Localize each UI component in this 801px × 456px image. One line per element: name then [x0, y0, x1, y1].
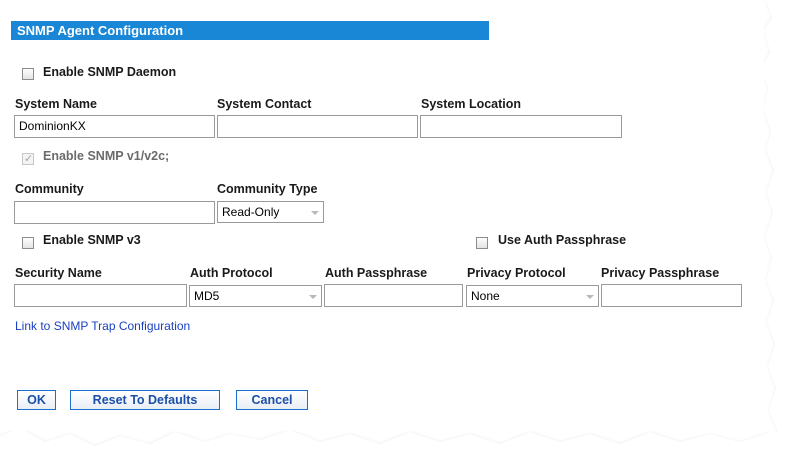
snmp-trap-configuration-link[interactable]: Link to SNMP Trap Configuration — [15, 319, 190, 333]
enable-snmp-daemon-label: Enable SNMP Daemon — [43, 65, 177, 79]
privacy-protocol-label: Privacy Protocol — [467, 266, 566, 280]
community-type-value: Read-Only — [222, 205, 280, 219]
privacy-protocol-select[interactable]: None — [466, 285, 599, 307]
system-location-input[interactable] — [420, 115, 622, 138]
enable-snmp-v3-label: Enable SNMP v3 — [43, 233, 141, 247]
enable-snmp-v1v2c-checkbox[interactable]: ✓ — [22, 153, 34, 165]
system-name-label: System Name — [15, 97, 97, 111]
community-type-label: Community Type — [217, 182, 318, 196]
privacy-passphrase-input[interactable] — [601, 284, 742, 307]
chevron-down-icon — [309, 295, 317, 299]
auth-protocol-label: Auth Protocol — [190, 266, 273, 280]
chevron-down-icon — [586, 295, 594, 299]
use-auth-passphrase-label: Use Auth Passphrase — [498, 233, 627, 247]
community-label: Community — [15, 182, 84, 196]
auth-protocol-value: MD5 — [194, 289, 220, 303]
security-name-label: Security Name — [15, 266, 102, 280]
system-name-input[interactable]: DominionKX — [14, 115, 215, 138]
ok-button[interactable]: OK — [17, 390, 56, 410]
chevron-down-icon — [311, 211, 319, 215]
section-header: SNMP Agent Configuration — [11, 21, 489, 40]
system-contact-input[interactable] — [217, 115, 418, 138]
community-type-select[interactable]: Read-Only — [217, 201, 324, 223]
auth-passphrase-label: Auth Passphrase — [325, 266, 428, 280]
privacy-protocol-value: None — [471, 289, 500, 303]
community-input[interactable] — [14, 201, 215, 224]
enable-snmp-v1v2c-label: Enable SNMP v1/v2c; — [43, 149, 170, 163]
privacy-passphrase-label: Privacy Passphrase — [601, 266, 720, 280]
auth-passphrase-input[interactable] — [324, 284, 463, 307]
use-auth-passphrase-checkbox[interactable] — [476, 237, 488, 249]
checkmark-icon: ✓ — [24, 153, 34, 165]
enable-snmp-v3-checkbox[interactable] — [22, 237, 34, 249]
enable-snmp-daemon-checkbox[interactable] — [22, 68, 34, 80]
system-contact-label: System Contact — [217, 97, 312, 111]
reset-to-defaults-button[interactable]: Reset To Defaults — [70, 390, 220, 410]
auth-protocol-select[interactable]: MD5 — [189, 285, 322, 307]
security-name-input[interactable] — [14, 284, 187, 307]
cancel-button[interactable]: Cancel — [236, 390, 308, 410]
system-location-label: System Location — [421, 97, 522, 111]
